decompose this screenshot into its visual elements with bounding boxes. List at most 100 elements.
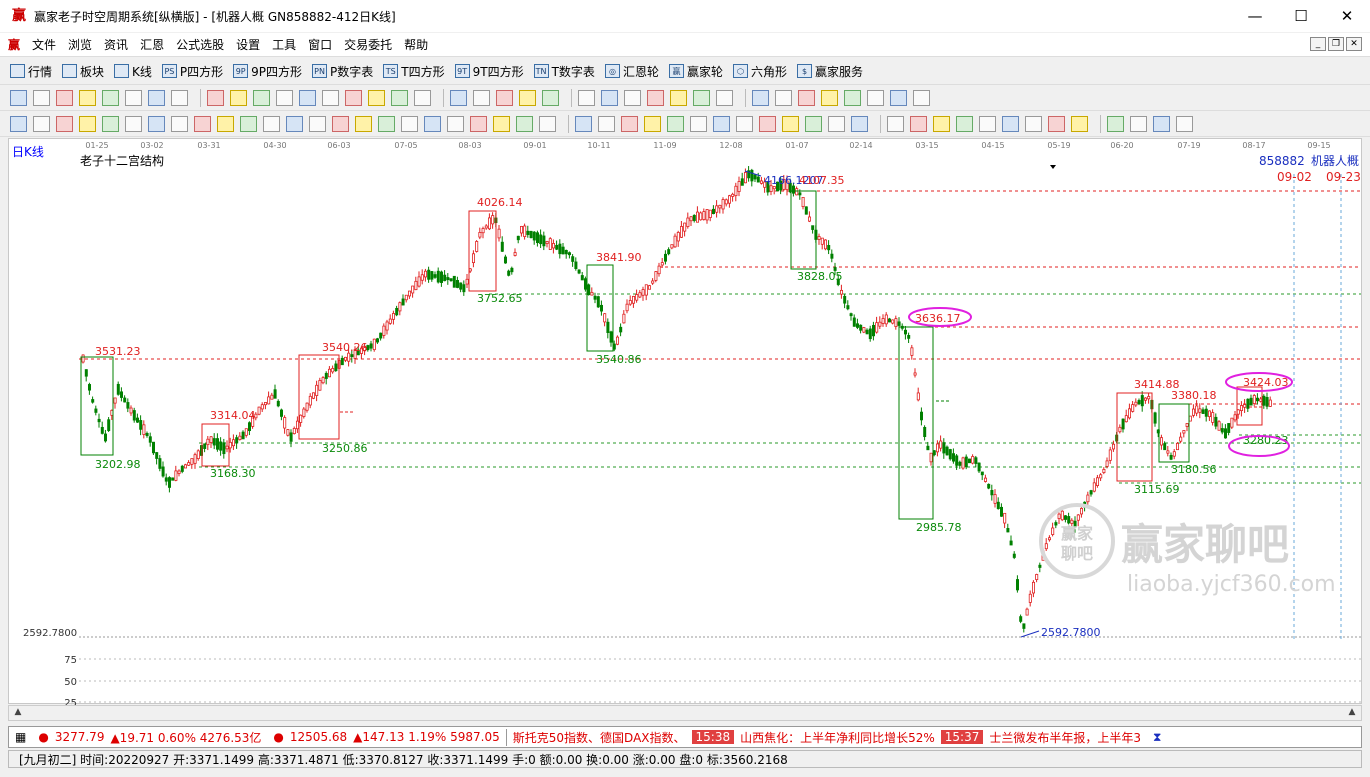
nav-tool-29-icon[interactable] — [693, 90, 710, 106]
nav-tool-7-icon[interactable] — [148, 90, 165, 106]
nav-tool-21-icon[interactable] — [496, 90, 513, 106]
nav-tool-22-icon[interactable] — [519, 90, 536, 106]
horizontal-scrollbar[interactable]: ▲ ▲ — [8, 705, 1362, 721]
grid-icon[interactable]: ▦ — [9, 730, 32, 744]
nav-tool-31-icon[interactable] — [752, 90, 769, 106]
nav-tool-17-icon[interactable] — [391, 90, 408, 106]
nav-tool-15-icon[interactable] — [345, 90, 362, 106]
nav-tool-16-icon[interactable] — [368, 90, 385, 106]
draw-tool-9-icon[interactable] — [194, 116, 211, 132]
nav-tool-23-icon[interactable] — [542, 90, 559, 106]
nav-tool-13-icon[interactable] — [299, 90, 316, 106]
nav-tool-10-icon[interactable] — [230, 90, 247, 106]
draw-tool-10-icon[interactable] — [217, 116, 234, 132]
nav-tool-11-icon[interactable] — [253, 90, 270, 106]
menu-huien[interactable]: 汇恩 — [134, 36, 170, 53]
nav-tool-12-icon[interactable] — [276, 90, 293, 106]
draw-tool-22-icon[interactable] — [493, 116, 510, 132]
menu-browse[interactable]: 浏览 — [62, 36, 98, 53]
menu-window[interactable]: 窗口 — [302, 36, 338, 53]
toolbar-button-grid[interactable]: 行情 — [10, 63, 52, 80]
draw-tool-36-icon[interactable] — [828, 116, 845, 132]
nav-tool-34-icon[interactable] — [821, 90, 838, 106]
draw-tool-4-icon[interactable] — [79, 116, 96, 132]
menu-trade[interactable]: 交易委托 — [338, 36, 398, 53]
nav-tool-14-icon[interactable] — [322, 90, 339, 106]
news-ticker-2[interactable]: 山西焦化：上半年净利同比增长52% — [734, 729, 941, 746]
toolbar-button-9p-square[interactable]: 9P 9P四方形 — [233, 63, 302, 80]
draw-tool-21-icon[interactable] — [470, 116, 487, 132]
draw-tool-14-icon[interactable] — [309, 116, 326, 132]
draw-tool-46-icon[interactable] — [1071, 116, 1088, 132]
menu-settings[interactable]: 设置 — [230, 36, 266, 53]
draw-tool-50-icon[interactable] — [1176, 116, 1193, 132]
draw-tool-33-icon[interactable] — [759, 116, 776, 132]
draw-tool-12-icon[interactable] — [263, 116, 280, 132]
nav-tool-35-icon[interactable] — [844, 90, 861, 106]
news-ticker-1[interactable]: 斯托克50指数、德国DAX指数、 — [505, 728, 692, 746]
draw-tool-26-icon[interactable] — [598, 116, 615, 132]
nav-tool-36-icon[interactable] — [867, 90, 884, 106]
toolbar-button-p-number[interactable]: PN P数字表 — [312, 63, 373, 80]
draw-tool-45-icon[interactable] — [1048, 116, 1065, 132]
draw-tool-40-icon[interactable] — [933, 116, 950, 132]
toolbar-button-t-number[interactable]: TN T数字表 — [533, 63, 595, 80]
nav-tool-26-icon[interactable] — [624, 90, 641, 106]
maximize-button[interactable]: ☐ — [1278, 0, 1324, 32]
menu-file[interactable]: 文件 — [26, 36, 62, 53]
nav-tool-8-icon[interactable] — [171, 90, 188, 106]
minimize-button[interactable]: — — [1232, 0, 1278, 32]
menu-tools[interactable]: 工具 — [266, 36, 302, 53]
toolbar-button-dollar[interactable]: $ 赢家服务 — [796, 63, 863, 80]
kline-chart[interactable]: 日K线老子十二宫结构858882机器人概09-0209-2301-2503-02… — [9, 139, 1363, 705]
nav-tool-37-icon[interactable] — [890, 90, 907, 106]
nav-tool-24-icon[interactable] — [578, 90, 595, 106]
nav-tool-5-icon[interactable] — [102, 90, 119, 106]
draw-tool-48-icon[interactable] — [1130, 116, 1147, 132]
toolbar-button-kline[interactable]: K线 — [114, 63, 152, 80]
mdi-restore-button[interactable]: ❐ — [1328, 37, 1344, 51]
draw-tool-15-icon[interactable] — [332, 116, 349, 132]
toolbar-button-wheel[interactable]: ◎ 汇恩轮 — [604, 63, 659, 80]
hourglass-icon[interactable]: ⧗ — [1147, 730, 1167, 745]
draw-tool-5-icon[interactable] — [102, 116, 119, 132]
menu-help[interactable]: 帮助 — [398, 36, 434, 53]
draw-tool-8-icon[interactable] — [171, 116, 188, 132]
draw-tool-35-icon[interactable] — [805, 116, 822, 132]
scroll-left-icon[interactable]: ▲ — [11, 707, 25, 719]
draw-tool-2-icon[interactable] — [33, 116, 50, 132]
nav-tool-9-icon[interactable] — [207, 90, 224, 106]
draw-tool-23-icon[interactable] — [516, 116, 533, 132]
nav-tool-1-icon[interactable] — [10, 90, 27, 106]
draw-tool-16-icon[interactable] — [355, 116, 372, 132]
draw-tool-3-icon[interactable] — [56, 116, 73, 132]
nav-tool-33-icon[interactable] — [798, 90, 815, 106]
draw-tool-28-icon[interactable] — [644, 116, 661, 132]
draw-tool-7-icon[interactable] — [148, 116, 165, 132]
nav-tool-28-icon[interactable] — [670, 90, 687, 106]
draw-tool-19-icon[interactable] — [424, 116, 441, 132]
draw-tool-1-icon[interactable] — [10, 116, 27, 132]
nav-tool-2-icon[interactable] — [33, 90, 50, 106]
draw-tool-31-icon[interactable] — [713, 116, 730, 132]
toolbar-button-9t-square[interactable]: 9T 9T四方形 — [454, 63, 524, 80]
draw-tool-11-icon[interactable] — [240, 116, 257, 132]
draw-tool-24-icon[interactable] — [539, 116, 556, 132]
draw-tool-34-icon[interactable] — [782, 116, 799, 132]
draw-tool-17-icon[interactable] — [378, 116, 395, 132]
draw-tool-32-icon[interactable] — [736, 116, 753, 132]
toolbar-button-winner-wheel[interactable]: 赢赢家轮 — [668, 63, 723, 80]
nav-tool-38-icon[interactable] — [913, 90, 930, 106]
draw-tool-37-icon[interactable] — [851, 116, 868, 132]
draw-tool-44-icon[interactable] — [1025, 116, 1042, 132]
nav-tool-27-icon[interactable] — [647, 90, 664, 106]
menu-info[interactable]: 资讯 — [98, 36, 134, 53]
draw-tool-13-icon[interactable] — [286, 116, 303, 132]
mdi-close-button[interactable]: ✕ — [1346, 37, 1362, 51]
draw-tool-27-icon[interactable] — [621, 116, 638, 132]
draw-tool-41-icon[interactable] — [956, 116, 973, 132]
draw-tool-42-icon[interactable] — [979, 116, 996, 132]
draw-tool-47-icon[interactable] — [1107, 116, 1124, 132]
chart-panel[interactable]: 日K线老子十二宫结构858882机器人概09-0209-2301-2503-02… — [8, 138, 1363, 705]
mdi-minimize-button[interactable]: _ — [1310, 37, 1326, 51]
